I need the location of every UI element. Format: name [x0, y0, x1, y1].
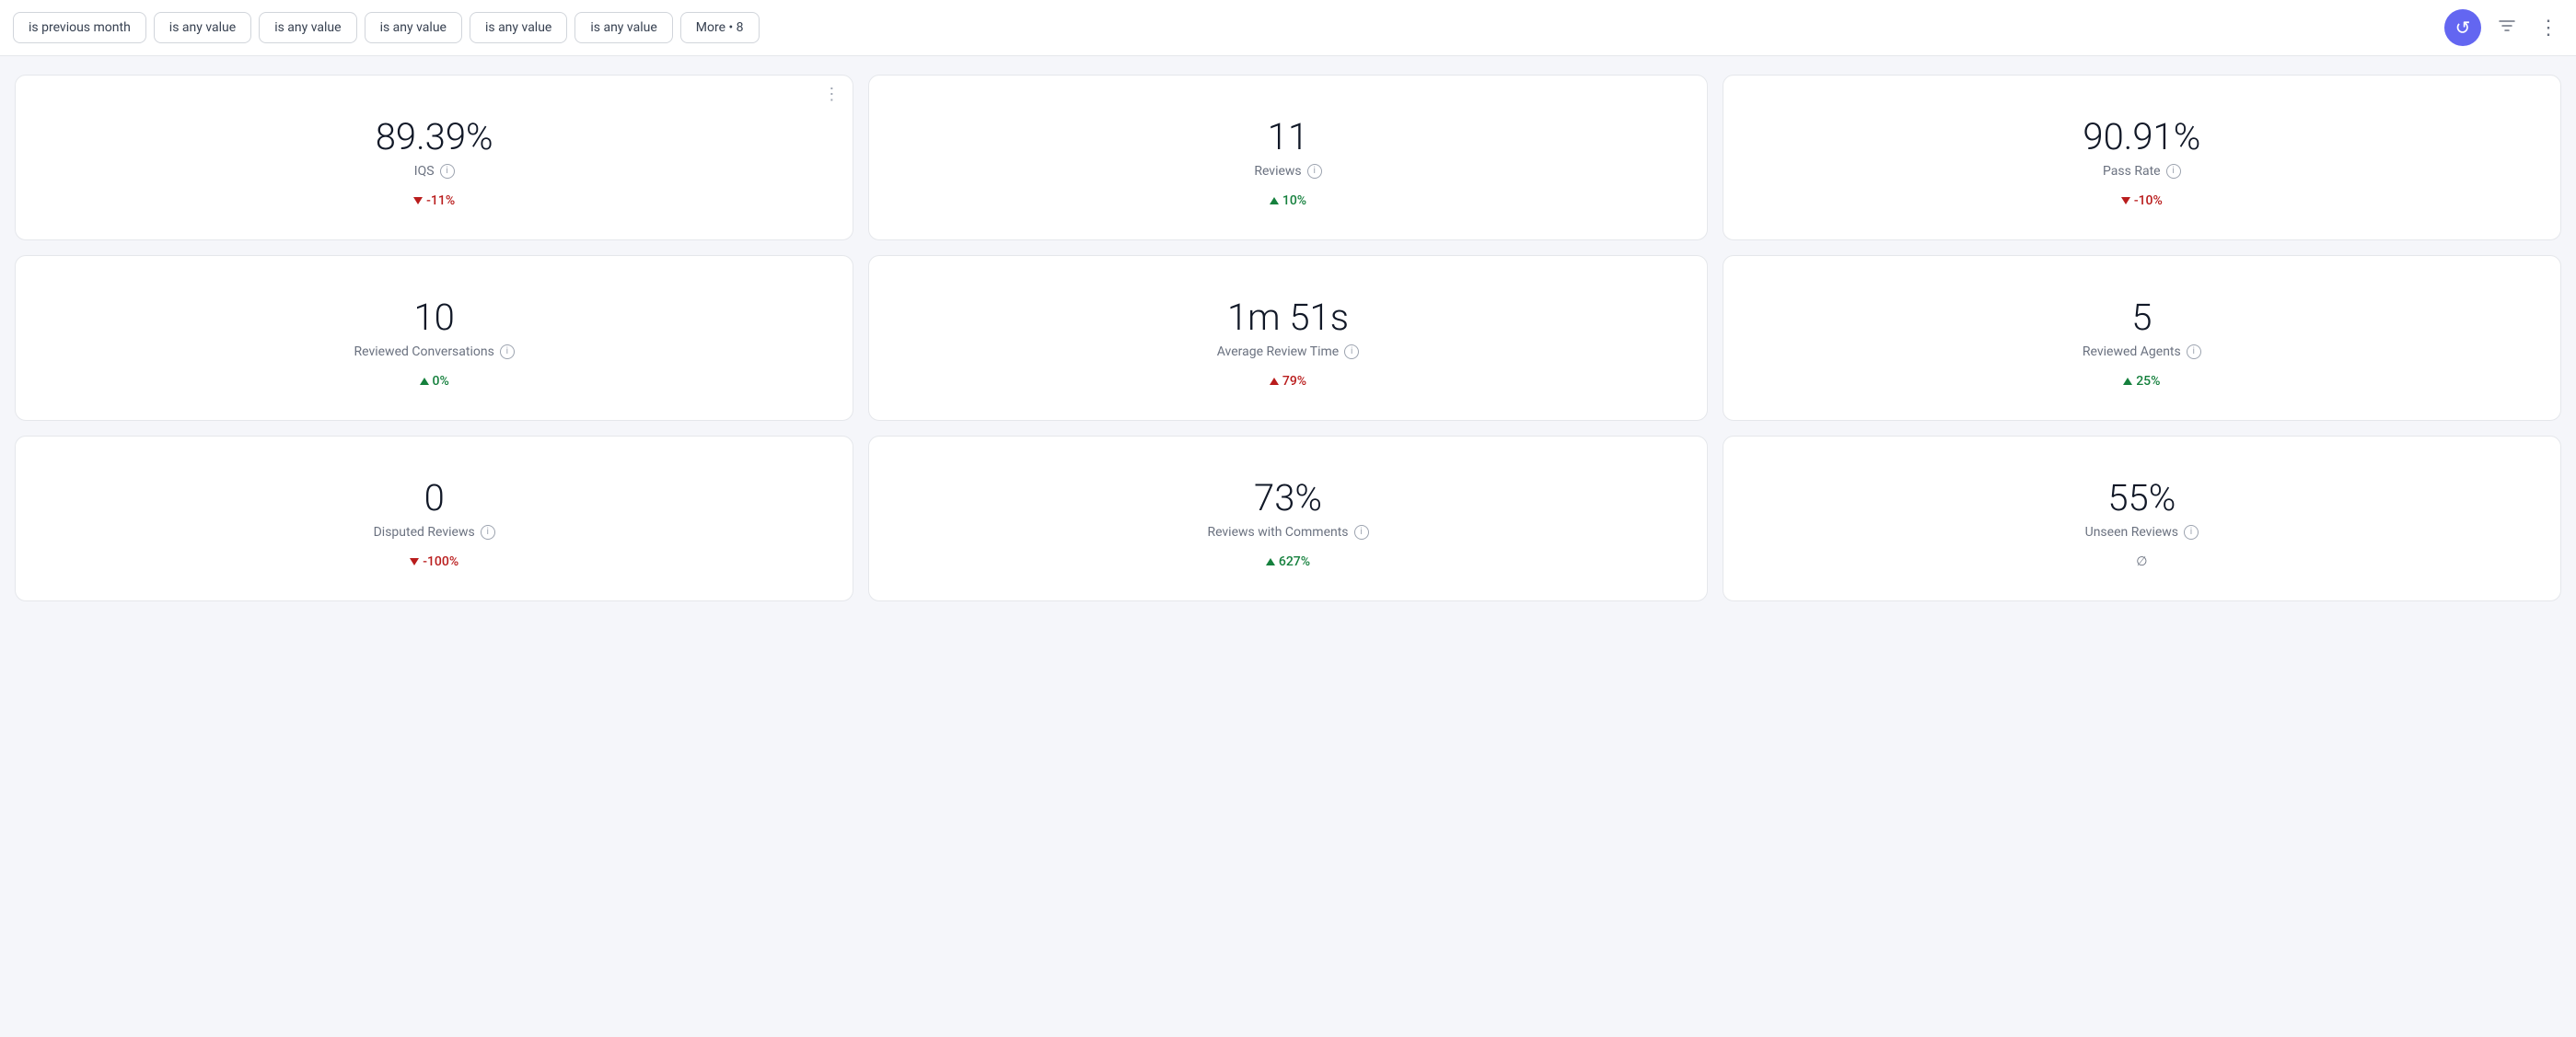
change-value-reviews: 10% [1282, 193, 1306, 208]
change-value-reviewed-conversations: 0% [433, 374, 449, 389]
more-options-icon: ⋮ [2538, 17, 2558, 40]
metric-card-reviews-with-comments: 73% Reviews with Comments i 627% [868, 436, 1707, 601]
info-icon-reviewed-agents[interactable]: i [2187, 344, 2201, 359]
info-icon-pass-rate[interactable]: i [2166, 164, 2181, 179]
filter-pill-1[interactable]: is any value [154, 12, 251, 43]
metric-label-reviewed-conversations: Reviewed Conversations i [354, 344, 514, 359]
metric-change-reviews-with-comments: 627% [1266, 554, 1310, 569]
metric-card-unseen-reviews: 55% Unseen Reviews i ∅ [1723, 436, 2561, 601]
metric-change-unseen-reviews: ∅ [2136, 554, 2147, 569]
change-value-disputed-reviews: -100% [423, 554, 458, 569]
metric-value-iqs: 89.39% [376, 115, 493, 158]
filter-pill-0[interactable]: is previous month [13, 12, 146, 43]
metric-value-reviews-with-comments: 73% [1254, 476, 1322, 519]
arrow-down-icon [410, 558, 419, 565]
metric-label-text-average-review-time: Average Review Time [1217, 344, 1340, 359]
metrics-grid: ⋮ 89.39% IQS i -11% 11 Reviews i 10% 90.91% Pass… [0, 56, 2576, 620]
info-icon-reviews[interactable]: i [1307, 164, 1322, 179]
info-icon-iqs[interactable]: i [440, 164, 455, 179]
arrow-up-icon [1270, 197, 1279, 204]
metric-label-text-reviews: Reviews [1254, 164, 1301, 179]
arrow-down-icon [413, 197, 423, 204]
metric-value-reviewed-conversations: 10 [413, 296, 454, 339]
filter-icon-button[interactable] [2492, 11, 2522, 45]
change-value-iqs: -11% [426, 193, 455, 208]
filter-pill-3[interactable]: is any value [365, 12, 462, 43]
metric-change-reviewed-conversations: 0% [420, 374, 449, 389]
metric-label-text-reviewed-conversations: Reviewed Conversations [354, 344, 493, 359]
metric-label-reviews: Reviews i [1254, 164, 1321, 179]
metric-label-text-reviews-with-comments: Reviews with Comments [1207, 525, 1348, 540]
info-icon-reviewed-conversations[interactable]: i [500, 344, 515, 359]
top-bar: is previous monthis any valueis any valu… [0, 0, 2576, 56]
metric-label-pass-rate: Pass Rate i [2103, 164, 2181, 179]
arrow-up-icon [2123, 378, 2132, 385]
metric-change-average-review-time: 79% [1270, 374, 1306, 389]
metric-label-reviews-with-comments: Reviews with Comments i [1207, 525, 1368, 540]
more-options-button[interactable]: ⋮ [2533, 11, 2563, 45]
metric-change-reviews: 10% [1270, 193, 1306, 208]
metric-label-iqs: IQS i [414, 164, 455, 179]
arrow-down-icon [2121, 197, 2130, 204]
metric-change-disputed-reviews: -100% [410, 554, 458, 569]
refresh-button[interactable]: ↺ [2444, 9, 2481, 46]
metric-label-text-reviewed-agents: Reviewed Agents [2083, 344, 2181, 359]
metric-label-text-pass-rate: Pass Rate [2103, 164, 2161, 179]
change-value-pass-rate: -10% [2134, 193, 2163, 208]
metric-card-reviewed-agents: 5 Reviewed Agents i 25% [1723, 255, 2561, 421]
change-value-reviewed-agents: 25% [2136, 374, 2160, 389]
metric-label-text-disputed-reviews: Disputed Reviews [374, 525, 475, 540]
filter-icon [2498, 17, 2516, 40]
metric-label-unseen-reviews: Unseen Reviews i [2085, 525, 2199, 540]
metric-card-reviews: 11 Reviews i 10% [868, 75, 1707, 240]
metric-label-text-iqs: IQS [414, 164, 435, 179]
metric-change-reviewed-agents: 25% [2123, 374, 2160, 389]
metric-change-pass-rate: -10% [2121, 193, 2163, 208]
metric-value-disputed-reviews: 0 [424, 476, 445, 519]
info-icon-average-review-time[interactable]: i [1344, 344, 1359, 359]
metric-value-pass-rate: 90.91% [2083, 115, 2200, 158]
change-value-average-review-time: 79% [1282, 374, 1306, 389]
refresh-icon: ↺ [2455, 17, 2471, 39]
metric-value-reviewed-agents: 5 [2131, 296, 2152, 339]
metric-card-iqs: ⋮ 89.39% IQS i -11% [15, 75, 853, 240]
metric-card-pass-rate: 90.91% Pass Rate i -10% [1723, 75, 2561, 240]
metric-label-disputed-reviews: Disputed Reviews i [374, 525, 495, 540]
filter-pill-2[interactable]: is any value [259, 12, 356, 43]
info-icon-unseen-reviews[interactable]: i [2184, 525, 2199, 540]
metric-card-average-review-time: 1m 51s Average Review Time i 79% [868, 255, 1707, 421]
metric-value-unseen-reviews: 55% [2107, 476, 2176, 519]
arrow-up-red-icon [1270, 378, 1279, 385]
info-icon-reviews-with-comments[interactable]: i [1354, 525, 1369, 540]
change-value-reviews-with-comments: 627% [1279, 554, 1310, 569]
info-icon-disputed-reviews[interactable]: i [481, 525, 495, 540]
arrow-up-icon [420, 378, 429, 385]
metric-label-reviewed-agents: Reviewed Agents i [2083, 344, 2201, 359]
metric-label-text-unseen-reviews: Unseen Reviews [2085, 525, 2178, 540]
card-menu-button[interactable]: ⋮ [823, 87, 840, 103]
filter-pill-4[interactable]: is any value [470, 12, 567, 43]
metric-card-disputed-reviews: 0 Disputed Reviews i -100% [15, 436, 853, 601]
top-bar-actions: ↺ ⋮ [2444, 9, 2563, 46]
filter-pill-5[interactable]: is any value [574, 12, 672, 43]
metric-card-reviewed-conversations: 10 Reviewed Conversations i 0% [15, 255, 853, 421]
metric-value-average-review-time: 1m 51s [1227, 296, 1349, 339]
arrow-up-icon [1266, 558, 1275, 565]
metric-value-reviews: 11 [1268, 115, 1308, 158]
more-filters-button[interactable]: More • 8 [680, 12, 760, 43]
filter-pills-container: is previous monthis any valueis any valu… [13, 12, 673, 43]
metric-change-iqs: -11% [413, 193, 455, 208]
metric-label-average-review-time: Average Review Time i [1217, 344, 1360, 359]
